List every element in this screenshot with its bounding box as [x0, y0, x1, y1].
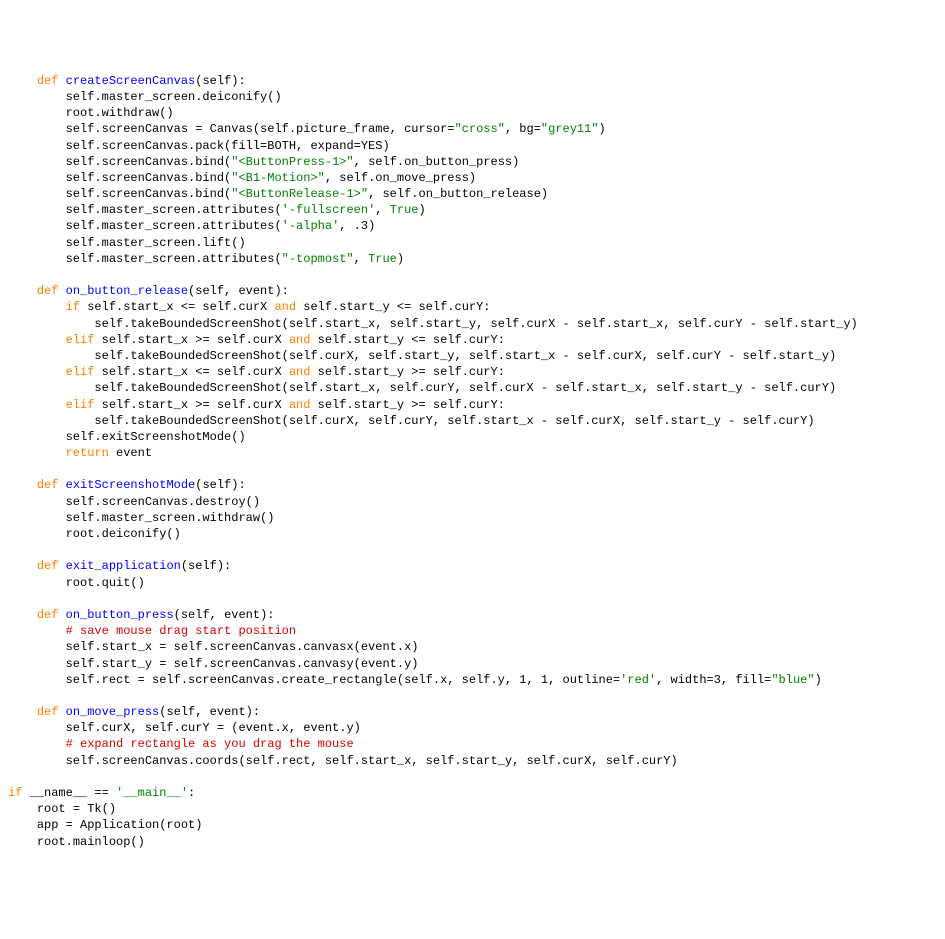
code-line: self.curX, self.curY = (event.x, event.y…	[66, 721, 361, 735]
code-line: root.mainloop()	[37, 835, 145, 849]
fn-name: on_move_press	[66, 705, 160, 719]
comment: # save mouse drag start position	[66, 624, 296, 638]
fn-name: exitScreenshotMode	[66, 478, 196, 492]
code-line: self.exitScreenshotMode()	[66, 430, 246, 444]
string: "cross"	[454, 122, 504, 136]
kw-def: def	[37, 705, 59, 719]
kw-and: and	[289, 398, 311, 412]
const-true: True	[390, 203, 419, 217]
kw-and: and	[289, 365, 311, 379]
kw-and: and	[274, 300, 296, 314]
code-line: root.deiconify()	[66, 527, 181, 541]
kw-def: def	[37, 559, 59, 573]
params: (self, event):	[188, 284, 289, 298]
kw-return: return	[66, 446, 109, 460]
string: '-fullscreen'	[282, 203, 376, 217]
code-line: self.takeBoundedScreenShot(self.curX, se…	[94, 414, 814, 428]
params: (self, event):	[174, 608, 275, 622]
code-line: self.takeBoundedScreenShot(self.start_x,…	[94, 381, 836, 395]
kw-def: def	[37, 608, 59, 622]
kw-def: def	[37, 74, 59, 88]
params: (self):	[195, 478, 245, 492]
string: '-alpha'	[282, 219, 340, 233]
string: "<ButtonRelease-1>"	[231, 187, 368, 201]
params: (self):	[181, 559, 231, 573]
code-line: self.takeBoundedScreenShot(self.curX, se…	[94, 349, 836, 363]
code-line: root = Tk()	[37, 802, 116, 816]
const-true: True	[368, 252, 397, 266]
code-line: self.screenCanvas.bind(	[66, 187, 232, 201]
string: "<ButtonPress-1>"	[231, 155, 353, 169]
string: "blue"	[771, 673, 814, 687]
code-line: self.start_x = self.screenCanvas.canvasx…	[66, 640, 419, 654]
code-line: root.withdraw()	[66, 106, 174, 120]
code-line: self.takeBoundedScreenShot(self.start_x,…	[94, 317, 857, 331]
params: (self):	[195, 74, 245, 88]
kw-elif: elif	[66, 398, 95, 412]
string: "-topmost"	[282, 252, 354, 266]
fn-name: createScreenCanvas	[66, 74, 196, 88]
kw-def: def	[37, 478, 59, 492]
code-line: self.master_screen.attributes(	[66, 252, 282, 266]
indent	[8, 74, 37, 88]
kw-elif: elif	[66, 365, 95, 379]
code-line: self.screenCanvas = Canvas(self.picture_…	[66, 122, 455, 136]
string: "<B1-Motion>"	[231, 171, 325, 185]
code-line: app = Application(root)	[37, 818, 203, 832]
string: '__main__'	[116, 786, 188, 800]
code-line: self.rect = self.screenCanvas.create_rec…	[66, 673, 621, 687]
code-line: self.start_y = self.screenCanvas.canvasy…	[66, 657, 419, 671]
string: 'red'	[620, 673, 656, 687]
string: "grey11"	[541, 122, 599, 136]
kw-and: and	[289, 333, 311, 347]
kw-if: if	[8, 786, 22, 800]
comment: # expand rectangle as you drag the mouse	[66, 737, 354, 751]
code-line: self.screenCanvas.destroy()	[66, 495, 260, 509]
kw-if: if	[66, 300, 80, 314]
fn-name: exit_application	[66, 559, 181, 573]
kw-def: def	[37, 284, 59, 298]
kw-elif: elif	[66, 333, 95, 347]
params: (self, event):	[159, 705, 260, 719]
fn-name: on_button_release	[66, 284, 188, 298]
code-line: self.screenCanvas.bind(	[66, 171, 232, 185]
code-line: self.screenCanvas.pack(fill=BOTH, expand…	[66, 139, 390, 153]
code-line: self.master_screen.attributes(	[66, 219, 282, 233]
code-line: self.master_screen.attributes(	[66, 203, 282, 217]
code-line: self.master_screen.lift()	[66, 236, 246, 250]
fn-name: on_button_press	[66, 608, 174, 622]
code-line: self.master_screen.deiconify()	[66, 90, 282, 104]
code-line: self.screenCanvas.bind(	[66, 155, 232, 169]
code-line: root.quit()	[66, 576, 145, 590]
code-block: def createScreenCanvas(self): self.maste…	[8, 73, 937, 850]
code-line: self.master_screen.withdraw()	[66, 511, 275, 525]
